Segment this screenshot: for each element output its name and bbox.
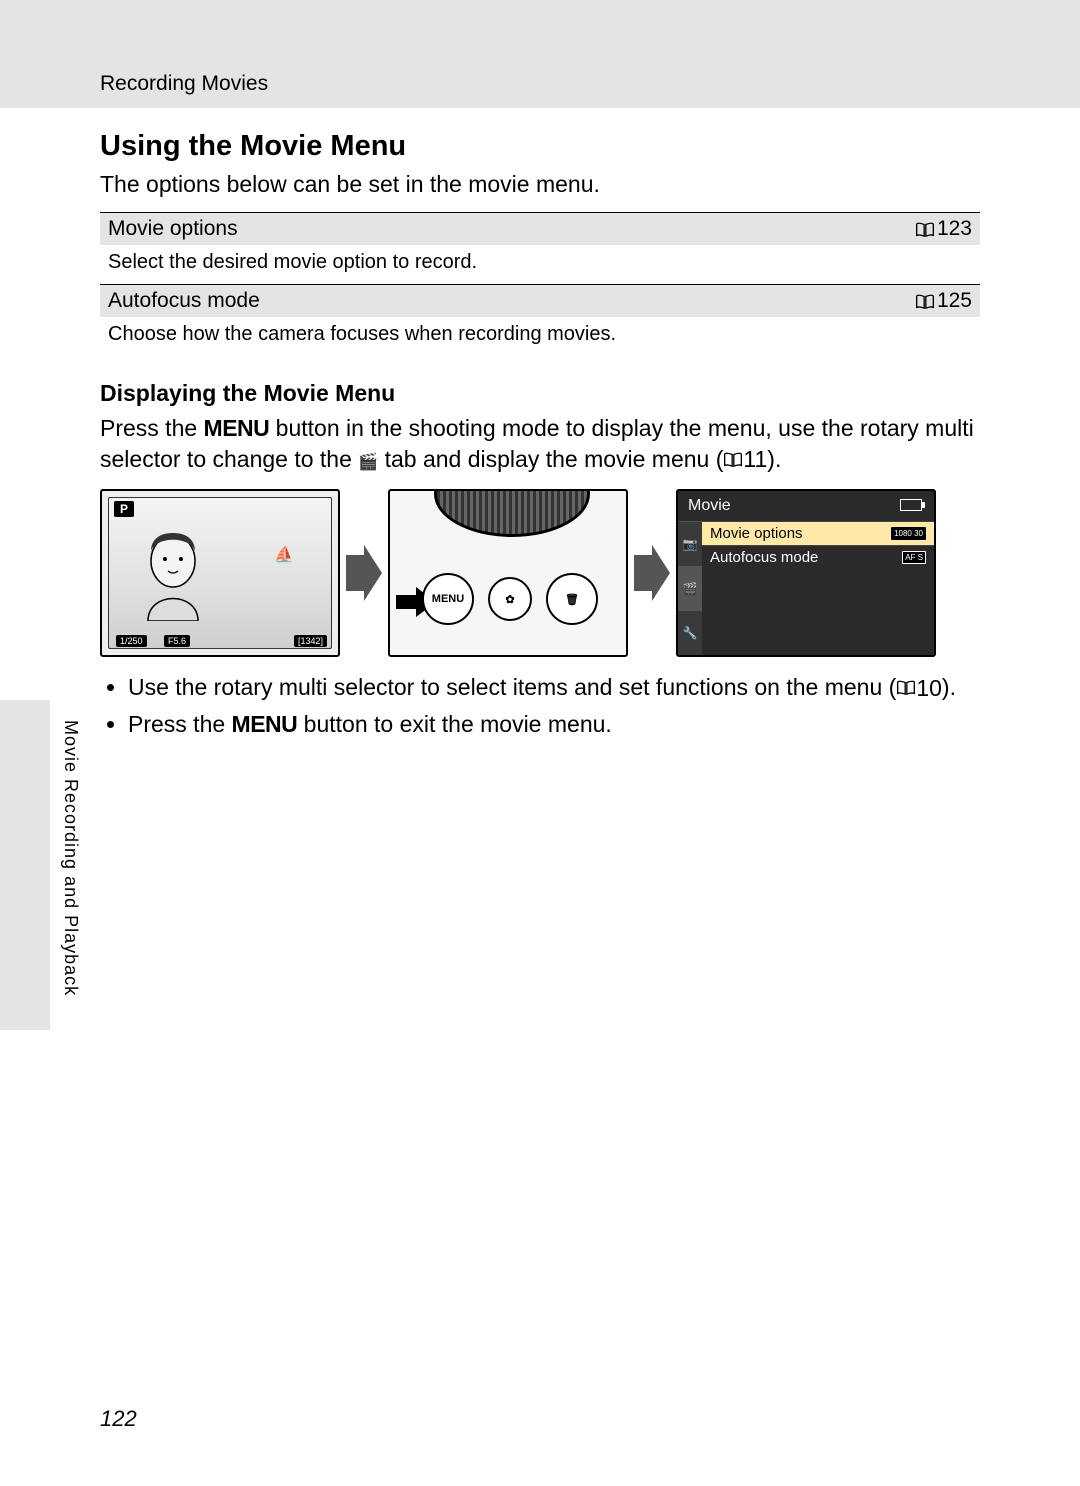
page-number-ref: 125 — [937, 289, 972, 313]
section-side-label: Movie Recording and Playback — [60, 720, 81, 996]
menu-tabs: 📷 🎬 🔧 — [678, 521, 702, 655]
arrow-right-icon — [346, 545, 382, 601]
menu-glyph: MENU — [232, 711, 298, 737]
breadcrumb: Recording Movies — [100, 72, 268, 95]
setup-tab-icon: 🔧 — [678, 610, 702, 655]
menu-item-label: Autofocus mode — [710, 549, 818, 566]
battery-icon — [900, 499, 922, 511]
book-icon — [915, 222, 935, 237]
subsection-paragraph: Press the MENU button in the shooting mo… — [100, 413, 980, 475]
aperture: F5.6 — [164, 635, 190, 647]
option-description: Choose how the camera focuses when recor… — [100, 317, 980, 356]
content-area: Using the Movie Menu The options below c… — [0, 108, 1080, 740]
option-name: Movie options — [108, 217, 915, 241]
mode-badge: P — [114, 501, 134, 517]
menu-glyph: MENU — [204, 415, 270, 441]
menu-item-selected: Movie options 1080 30 — [702, 521, 934, 545]
sailboat-icon: ⛵ — [274, 545, 294, 565]
page-reference: 11 — [723, 444, 767, 475]
menu-item-badge: AF S — [902, 551, 926, 564]
book-icon — [915, 294, 935, 309]
camera-buttons-illustration: MENU ✿ 🗑 — [388, 489, 628, 657]
arrow-right-icon — [634, 545, 670, 601]
menu-title: Movie — [678, 491, 934, 521]
menu-button-illustration: MENU — [422, 573, 474, 625]
movie-tab-icon: 🎬 — [678, 566, 702, 611]
list-item: Use the rotary multi selector to select … — [128, 671, 980, 704]
list-item: Press the MENU button to exit the movie … — [128, 708, 980, 740]
diagram-row: P ⛵ 1/250 F5.6 [1342] — [100, 489, 980, 657]
camera-tab-icon: 📷 — [678, 521, 702, 566]
shutter-speed: 1/250 — [116, 635, 147, 647]
section-side-tab — [0, 700, 50, 1030]
page-reference: 10 — [896, 672, 942, 704]
manual-page: Recording Movies Using the Movie Menu Th… — [0, 0, 1080, 1486]
movie-tab-icon: 🎬 — [358, 454, 378, 471]
camera-preview-illustration: P ⛵ 1/250 F5.6 [1342] — [100, 489, 340, 657]
command-dial-illustration — [434, 489, 590, 537]
movie-menu-illustration: Movie 📷 🎬 🔧 Movie options 1080 30 Autofo… — [676, 489, 936, 657]
option-name: Autofocus mode — [108, 289, 915, 313]
page-reference: 123 — [915, 217, 972, 241]
option-description: Select the desired movie option to recor… — [100, 245, 980, 284]
bullet-list: Use the rotary multi selector to select … — [100, 671, 980, 740]
option-row-header: Movie options 123 — [100, 212, 980, 245]
page-number-ref: 123 — [937, 217, 972, 241]
menu-item-badge: 1080 30 — [891, 527, 926, 540]
portrait-illustration — [138, 531, 208, 621]
page-number: 122 — [100, 1406, 137, 1432]
subsection-title: Displaying the Movie Menu — [100, 380, 980, 407]
page-reference: 125 — [915, 289, 972, 313]
menu-item: Autofocus mode AF S — [702, 545, 934, 569]
menu-item-label: Movie options — [710, 525, 803, 542]
option-row-header: Autofocus mode 125 — [100, 284, 980, 317]
delete-button-illustration: 🗑 — [546, 573, 598, 625]
section-intro: The options below can be set in the movi… — [100, 171, 980, 198]
header-band: Recording Movies — [0, 0, 1080, 108]
section-title: Using the Movie Menu — [100, 130, 980, 163]
book-icon — [896, 680, 916, 695]
flower-button-illustration: ✿ — [488, 577, 532, 621]
book-icon — [723, 452, 743, 467]
menu-list: Movie options 1080 30 Autofocus mode AF … — [702, 521, 934, 569]
shots-remaining: [1342] — [294, 635, 327, 647]
